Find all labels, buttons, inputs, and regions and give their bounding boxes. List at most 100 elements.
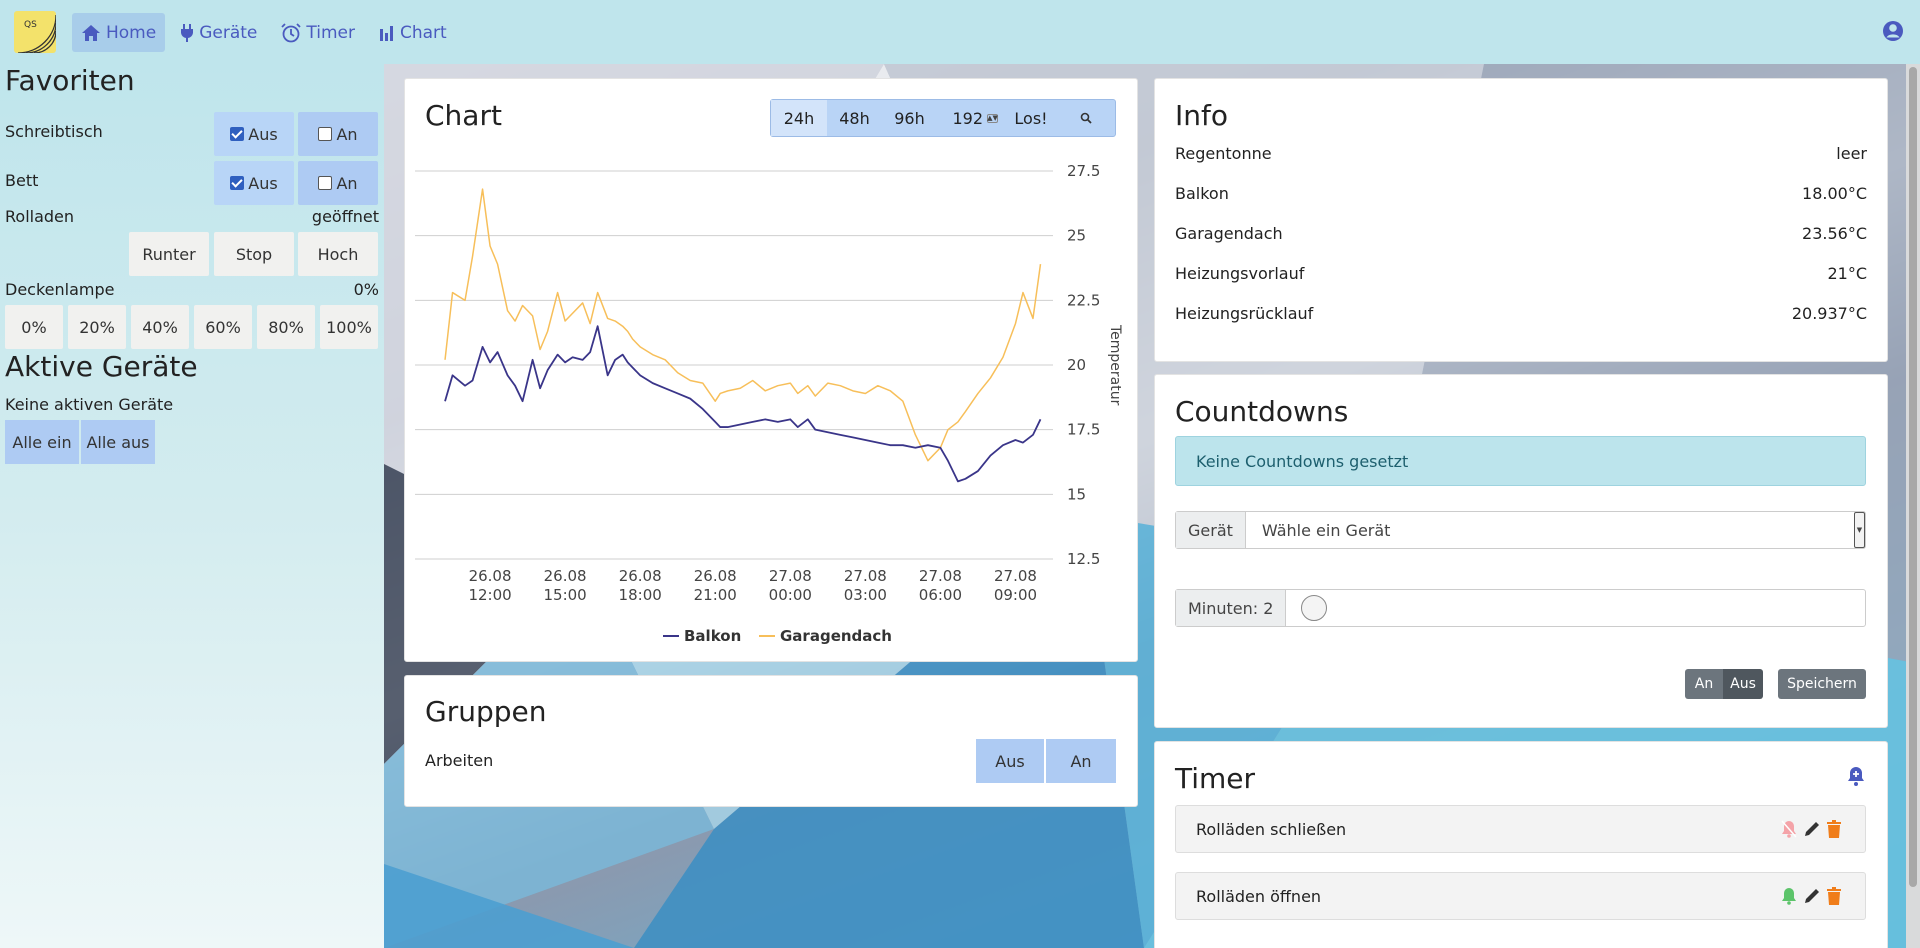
bett-off-button[interactable]: Aus (214, 161, 294, 205)
x-tick-label: 27.08 (919, 567, 962, 585)
pencil-icon[interactable] (1803, 820, 1821, 838)
nav-geraete[interactable]: Geräte (171, 13, 266, 52)
rolladen-stop-button[interactable]: Stop (214, 232, 294, 276)
timer-card-title: Timer (1175, 762, 1256, 795)
countdown-on-button[interactable]: An (1685, 669, 1723, 699)
legend-label: Balkon (684, 627, 741, 645)
range-96h-button[interactable]: 96h (882, 100, 937, 136)
deckenlampe-level-60[interactable]: 60% (194, 305, 252, 349)
x-tick-label: 00:00 (769, 586, 812, 604)
pencil-icon[interactable] (1803, 887, 1821, 905)
bell-plus-icon[interactable] (1847, 766, 1865, 786)
minutes-slider-group: Minuten: 2 (1175, 589, 1866, 627)
checkbox-checked-icon (230, 176, 245, 190)
info-card-title: Info (1175, 99, 1228, 132)
no-active-devices-text: Keine aktiven Geräte (5, 395, 174, 414)
x-tick-label: 03:00 (844, 586, 887, 604)
slider-thumb[interactable] (1301, 595, 1328, 621)
x-tick-label: 26.08 (544, 567, 587, 585)
schreibtisch-off-label: Aus (248, 124, 278, 144)
rolladen-status: geöffnet (311, 207, 379, 226)
info-row: Balkon 18.00°C (1175, 184, 1867, 204)
y-tick-label: 25 (1067, 227, 1086, 245)
x-tick-label: 26.08 (619, 567, 662, 585)
timer-item[interactable]: Rolläden öffnen (1175, 872, 1866, 920)
y-tick-label: 12.5 (1067, 550, 1100, 568)
nav-timer[interactable]: Timer (272, 13, 364, 52)
info-label: Regentonne (1175, 144, 1272, 163)
info-row: Garagendach 23.56°C (1175, 224, 1867, 244)
timer-item[interactable]: Rolläden schließen (1175, 805, 1866, 853)
nav-home[interactable]: Home (72, 13, 166, 52)
x-tick-label: 27.08 (844, 567, 887, 585)
bett-on-button[interactable]: An (298, 161, 378, 205)
deckenlampe-level-40[interactable]: 40% (131, 305, 189, 349)
x-tick-label: 12:00 (468, 586, 511, 604)
nav-chart[interactable]: Chart (370, 13, 456, 52)
countdowns-card: Countdowns Keine Countdowns gesetzt Gerä… (1154, 374, 1888, 728)
x-tick-label: 06:00 (919, 586, 962, 604)
deckenlampe-level-0[interactable]: 0% (5, 305, 63, 349)
plug-icon (181, 23, 194, 42)
minutes-slider[interactable] (1286, 590, 1865, 626)
group-off-button[interactable]: Aus (976, 739, 1044, 783)
x-tick-label: 26.08 (469, 567, 512, 585)
active-devices-title: Aktive Geräte (5, 350, 198, 383)
deckenlampe-label: Deckenlampe (5, 280, 115, 299)
bell-off-icon[interactable] (1781, 820, 1797, 838)
info-label: Heizungsrücklauf (1175, 304, 1314, 323)
info-label: Heizungsvorlauf (1175, 264, 1305, 283)
schreibtisch-off-button[interactable]: Aus (214, 112, 294, 156)
minutes-label: Minuten: 2 (1176, 590, 1287, 626)
all-on-button[interactable]: Alle ein (5, 420, 79, 464)
info-row: Heizungsrücklauf 20.937°C (1175, 304, 1867, 324)
rolladen-up-button[interactable]: Hoch (298, 232, 378, 276)
user-circle-icon[interactable] (1882, 20, 1904, 42)
deckenlampe-level-80[interactable]: 80% (257, 305, 315, 349)
info-value: 21°C (1827, 264, 1867, 283)
custom-hours-input[interactable]: 192 ▲▼ (937, 109, 1001, 128)
info-value: 20.937°C (1791, 304, 1867, 323)
device-label: Gerät (1176, 512, 1246, 548)
groups-card: Gruppen Arbeiten Aus An (404, 675, 1138, 807)
deckenlampe-level-100[interactable]: 100% (320, 305, 378, 349)
all-off-button[interactable]: Alle aus (81, 420, 155, 464)
scrollbar-thumb[interactable] (1909, 67, 1917, 887)
rolladen-down-button[interactable]: Runter (129, 232, 209, 276)
schreibtisch-label: Schreibtisch (5, 122, 103, 141)
no-countdowns-alert: Keine Countdowns gesetzt (1175, 436, 1866, 486)
series-line-garagendach (444, 188, 1042, 462)
deckenlampe-level-20[interactable]: 20% (68, 305, 126, 349)
info-row: Heizungsvorlauf 21°C (1175, 264, 1867, 284)
checkbox-checked-icon (230, 127, 245, 141)
save-button[interactable]: Speichern (1778, 669, 1866, 699)
device-select[interactable]: Wähle ein Gerät ▼ (1246, 512, 1865, 548)
magnifier-icon (1080, 112, 1092, 124)
range-24h-button[interactable]: 24h (771, 100, 827, 136)
y-tick-label: 15 (1067, 485, 1086, 503)
scrollbar[interactable] (1906, 64, 1920, 948)
range-48h-button[interactable]: 48h (827, 100, 882, 136)
device-select-value: Wähle ein Gerät (1261, 520, 1391, 540)
logo-text: QS (24, 20, 37, 30)
deckenlampe-value: 0% (353, 280, 379, 299)
go-button[interactable]: Los! (1001, 100, 1061, 136)
bell-icon[interactable] (1781, 887, 1797, 905)
trash-icon[interactable] (1827, 887, 1841, 905)
group-name: Arbeiten (425, 751, 494, 770)
nav-timer-label: Timer (306, 22, 355, 43)
logo[interactable]: QS (14, 11, 56, 53)
custom-hours-value: 192 (952, 108, 983, 128)
series-line-balkon (444, 325, 1042, 483)
countdown-off-button[interactable]: Aus (1723, 669, 1763, 699)
trash-icon[interactable] (1827, 820, 1841, 838)
spinner-icon[interactable]: ▲▼ (987, 113, 998, 123)
zoom-button[interactable] (1061, 100, 1111, 136)
bett-on-label: An (336, 173, 358, 193)
schreibtisch-on-button[interactable]: An (298, 112, 378, 156)
timer-item-label: Rolläden öffnen (1196, 886, 1322, 906)
group-on-button[interactable]: An (1046, 739, 1116, 783)
info-value: 18.00°C (1802, 184, 1867, 203)
x-tick-label: 27.08 (769, 567, 812, 585)
checkbox-icon (318, 127, 333, 141)
